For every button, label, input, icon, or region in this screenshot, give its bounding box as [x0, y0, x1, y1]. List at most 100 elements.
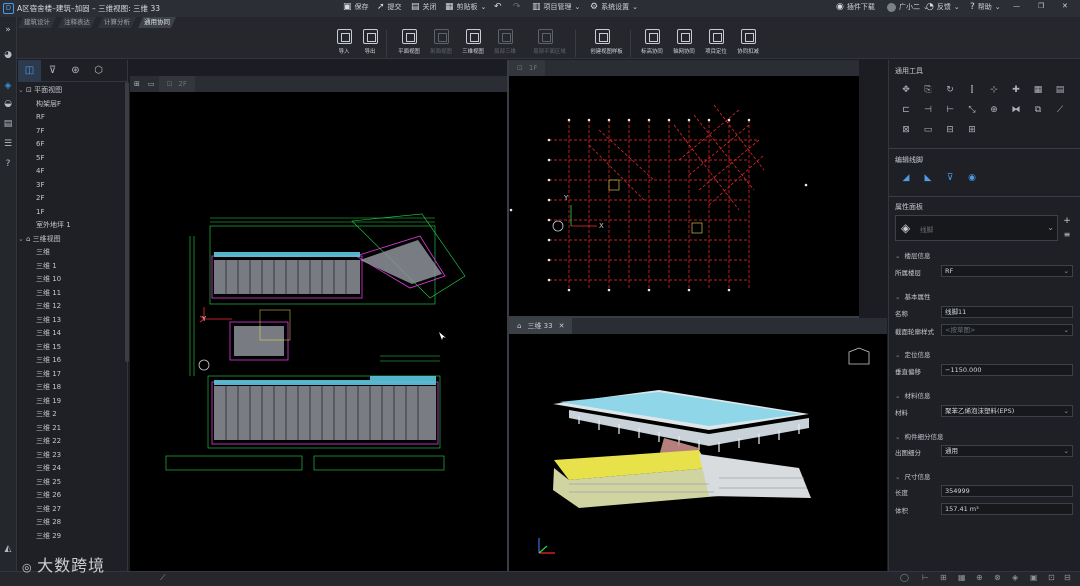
tree-node-view[interactable]: 6F [18, 138, 126, 152]
local-plan-region-button[interactable]: 局部平面区域 [532, 29, 566, 55]
close-file-button[interactable]: ▤ 关闭 [411, 2, 437, 12]
section-view-button[interactable]: 剖面视图 [428, 29, 454, 55]
pin-icon[interactable]: ⧉ [1027, 100, 1049, 120]
export-button[interactable]: 导出 [357, 29, 383, 55]
status-tool-icon[interactable]: ▣ [1030, 573, 1038, 582]
document-icon[interactable]: ▤ [2, 118, 14, 130]
add-type-icon[interactable]: + [1061, 215, 1073, 227]
model-icon[interactable]: ◈ [2, 80, 14, 92]
cube-icon[interactable]: ⬡ [87, 60, 110, 82]
tab-architecture[interactable]: 建筑设计 [18, 17, 56, 28]
tree-node-3d-root[interactable]: ⌄ ⌂ 三维视图 [18, 233, 126, 247]
redo-button[interactable]: ↷ [513, 2, 521, 12]
tree-node-view[interactable]: 4F [18, 165, 126, 179]
tree-node-view[interactable]: 构架层F [18, 98, 126, 112]
section-component-title[interactable]: 构件细分信息 [895, 431, 943, 441]
measure-icon[interactable]: ▭ [917, 120, 939, 140]
section-basic-title[interactable]: 基本属性 [895, 291, 930, 301]
join-icon[interactable]: ⊕ [983, 100, 1005, 120]
section-size-title[interactable]: 尺寸信息 [895, 471, 930, 481]
tab-annotation[interactable]: 注释表达 [58, 17, 96, 28]
sync-deduct-button[interactable]: 协同扣减 [735, 29, 761, 55]
project-location-button[interactable]: 项目定位 [703, 29, 729, 55]
ungroup-icon[interactable]: ⊞ [961, 120, 983, 140]
tree-node-view[interactable]: 三维 16 [18, 354, 126, 368]
status-tool-icon[interactable]: ⊢ [922, 573, 929, 582]
floor-select[interactable]: RF [941, 265, 1073, 277]
align-icon[interactable]: ⫿ [961, 80, 983, 100]
level-sync-button[interactable]: 标高协同 [639, 29, 665, 55]
group-icon[interactable]: ⊟ [939, 120, 961, 140]
user-menu[interactable]: 广小二 ⌄ [887, 2, 929, 12]
structure-icon[interactable]: ⊛ [64, 60, 87, 82]
filter-icon[interactable]: ⊽ [41, 60, 64, 82]
pick-icon[interactable]: ⟋ [1049, 100, 1071, 120]
tree-node-view[interactable]: 三维 17 [18, 368, 126, 382]
subdivision-select[interactable]: 通用 [941, 445, 1073, 457]
minimize-button[interactable]: — [1013, 2, 1020, 10]
import-button[interactable]: 导入 [331, 29, 357, 55]
tree-node-view[interactable]: 三维 11 [18, 287, 126, 301]
vertical-offset-input[interactable]: −1150.000 [941, 364, 1073, 376]
tab-analysis[interactable]: 计算分析 [98, 17, 136, 28]
link-icon[interactable]: ◒ [2, 98, 14, 110]
tree-node-view[interactable]: 室外地坪 1 [18, 219, 126, 233]
view-3d-viewport[interactable]: ⌂ 三维 33 ✕ [509, 318, 887, 571]
grid-sync-button[interactable]: 轴网协同 [671, 29, 697, 55]
status-tool-icon[interactable]: ◈ [1012, 573, 1018, 582]
close-tab-icon[interactable]: ✕ [559, 318, 565, 334]
split-icon[interactable]: ⊹ [983, 80, 1005, 100]
tab-collaboration[interactable]: 通用协同 [138, 17, 176, 28]
add-icon[interactable]: ✚ [1005, 80, 1027, 100]
scale-icon[interactable]: ⤡ [961, 100, 983, 120]
material-select[interactable]: 聚苯乙烯泡沫塑料(EPS) [941, 405, 1073, 417]
tree-node-view[interactable]: 三维 12 [18, 300, 126, 314]
submit-button[interactable]: ➚ 提交 [377, 2, 402, 12]
tab-3d-view[interactable]: ⌂ 三维 33 ✕ [509, 318, 573, 334]
tree-node-view[interactable]: 三维 22 [18, 435, 126, 449]
window-icon[interactable]: ▭ [144, 80, 159, 88]
filter-edit-icon[interactable]: ⊽ [939, 168, 961, 188]
copy-icon[interactable]: ⎘ [917, 80, 939, 100]
tree-node-view[interactable]: 三维 15 [18, 341, 126, 355]
save-button[interactable]: ▣ 保存 [343, 2, 369, 12]
tree-scrollbar[interactable] [125, 82, 129, 362]
local-3d-button[interactable]: 局部三维 [492, 29, 518, 55]
help-button[interactable]: ? 帮助 ⌄ [970, 2, 1001, 12]
tree-node-view[interactable]: 三维 23 [18, 449, 126, 463]
tree-node-view[interactable]: 7F [18, 125, 126, 139]
array-icon[interactable]: ▦ [1027, 80, 1049, 100]
tree-node-view[interactable]: 三维 18 [18, 381, 126, 395]
status-tool-icon[interactable]: ⊕ [976, 573, 983, 582]
tree-node-view[interactable]: 5F [18, 152, 126, 166]
tree-node-view[interactable]: 三维 14 [18, 327, 126, 341]
offset-icon[interactable]: ⊏ [895, 100, 917, 120]
profile-select[interactable]: <按草图> [941, 324, 1073, 336]
name-input[interactable]: 线脚11 [941, 306, 1073, 318]
edit-tool-icon[interactable]: ⟋ [160, 573, 166, 583]
tree-node-view[interactable]: 三维 21 [18, 422, 126, 436]
tree-node-view[interactable]: 三维 25 [18, 476, 126, 490]
create-view-template-button[interactable]: 创建视图样板 [589, 29, 623, 55]
browser-icon[interactable]: ◫ [18, 60, 41, 82]
tree-node-view[interactable]: 三维 24 [18, 462, 126, 476]
plan-viewport-right[interactable]: X Y ⊡ 1F [509, 60, 859, 317]
edit-path-icon[interactable]: ◣ [917, 168, 939, 188]
tree-node-view[interactable]: 三维 27 [18, 503, 126, 517]
type-list-icon[interactable]: ≡ [1061, 229, 1073, 241]
tab-plan-right[interactable]: ⊡ 1F [509, 60, 546, 76]
edit-profile-icon[interactable]: ◢ [895, 168, 917, 188]
plan-view-button[interactable]: 平面视图 [396, 29, 422, 55]
tree-node-view[interactable]: 1F [18, 206, 126, 220]
view-3d-button[interactable]: 三维视图 [460, 29, 486, 55]
notification-icon[interactable]: ◭ [2, 543, 14, 555]
tree-node-view[interactable]: 三维 10 [18, 273, 126, 287]
project-management-button[interactable]: ▥ 项目管理 ⌄ [532, 2, 580, 12]
feedback-button[interactable]: ◔ 反馈 ⌄ [926, 2, 960, 12]
globe-icon[interactable]: ◕ [2, 49, 14, 61]
status-tool-icon[interactable]: ⊟ [1064, 573, 1071, 582]
undo-button[interactable]: ↶ [494, 2, 502, 12]
system-settings-button[interactable]: ⚙ 系统设置 ⌄ [590, 2, 638, 12]
move-icon[interactable]: ✥ [895, 80, 917, 100]
mirror-icon[interactable]: ⧓ [1005, 100, 1027, 120]
